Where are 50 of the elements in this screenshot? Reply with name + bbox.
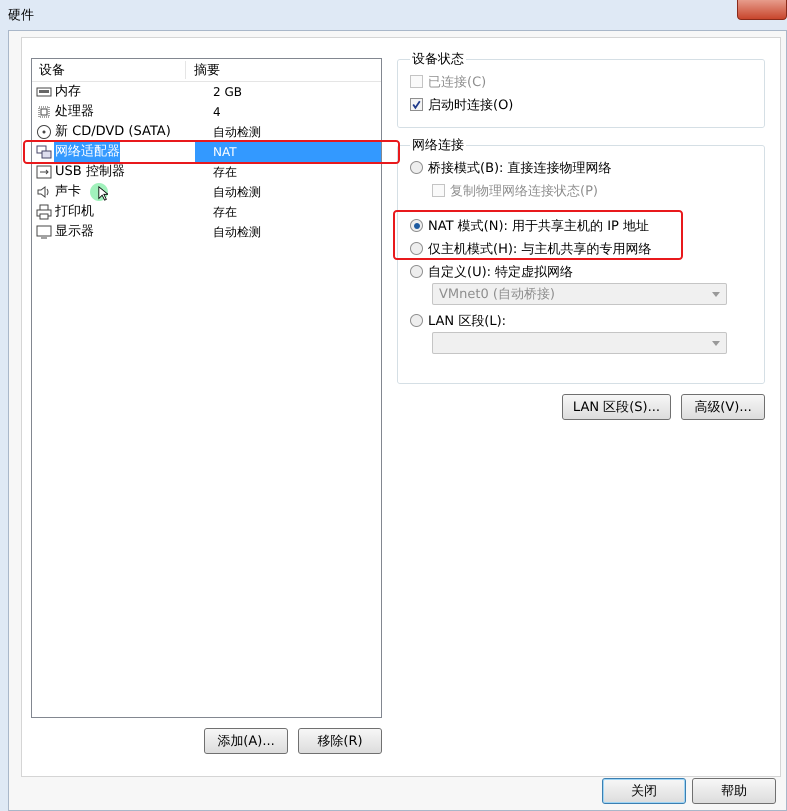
- device-row[interactable]: 打印机 存在: [32, 202, 381, 222]
- radio-button[interactable]: NAT 模式(N): 用于共享主机的 IP 地址: [410, 214, 754, 237]
- close-button[interactable]: [737, 0, 787, 20]
- device-name: USB 控制器: [54, 163, 125, 181]
- cursor-icon: [98, 186, 108, 201]
- device-summary: 存在: [212, 204, 238, 221]
- device-name: 显示器: [54, 223, 94, 241]
- dialog-button[interactable]: 关闭: [602, 778, 686, 804]
- checkbox[interactable]: 启动时连接(O): [410, 93, 754, 116]
- device-row[interactable]: 显示器 自动检测: [32, 222, 381, 242]
- group-title: 网络连接: [411, 137, 465, 154]
- dialog-button[interactable]: 添加(A)...: [204, 728, 288, 754]
- device-name: 打印机: [54, 203, 94, 221]
- device-row[interactable]: 声卡 自动检测: [32, 182, 381, 202]
- device-row[interactable]: 处理器 4: [32, 102, 381, 122]
- device-name: 网络适配器: [54, 142, 120, 162]
- device-name: 声卡: [54, 183, 81, 201]
- column-header[interactable]: 设备: [32, 61, 186, 79]
- radio-button[interactable]: 桥接模式(B): 直接连接物理网络: [410, 156, 754, 179]
- device-row[interactable]: 内存 2 GB: [32, 82, 381, 102]
- device-row[interactable]: USB 控制器 存在: [32, 162, 381, 182]
- disc-icon: [36, 124, 52, 140]
- chip-icon: [36, 104, 52, 120]
- device-summary: NAT: [195, 142, 381, 162]
- dialog-button[interactable]: 高级(V)...: [681, 394, 765, 420]
- dialog-button[interactable]: 移除(R): [298, 728, 382, 754]
- radio-button[interactable]: 仅主机模式(H): 与主机共享的专用网络: [410, 237, 754, 260]
- device-summary: 自动检测: [212, 184, 262, 201]
- monitor-icon: [36, 224, 52, 240]
- device-summary: 存在: [212, 164, 238, 181]
- group-title: 设备状态: [411, 51, 465, 68]
- network-icon: [36, 144, 52, 160]
- dialog-button[interactable]: 帮助: [692, 778, 776, 804]
- dialog-button[interactable]: LAN 区段(S)...: [562, 394, 671, 420]
- device-name: 处理器: [54, 103, 94, 121]
- device-summary: 4: [212, 104, 222, 121]
- device-name: 内存: [54, 83, 81, 101]
- caret-icon: [712, 340, 720, 346]
- column-header[interactable]: 摘要: [186, 61, 220, 79]
- window-title: 硬件: [8, 7, 34, 24]
- device-summary: 自动检测: [212, 124, 262, 141]
- checkmark-icon: [411, 99, 422, 110]
- caret-icon: [712, 292, 720, 296]
- radio-button[interactable]: 自定义(U): 特定虚拟网络: [410, 260, 754, 283]
- printer-icon: [36, 204, 52, 220]
- device-summary: 自动检测: [212, 224, 262, 241]
- device-row[interactable]: 新 CD/DVD (SATA) 自动检测: [32, 122, 381, 142]
- radio-button[interactable]: LAN 区段(L):: [410, 309, 754, 332]
- device-summary: 2 GB: [212, 84, 243, 101]
- device-name: 新 CD/DVD (SATA): [54, 123, 171, 141]
